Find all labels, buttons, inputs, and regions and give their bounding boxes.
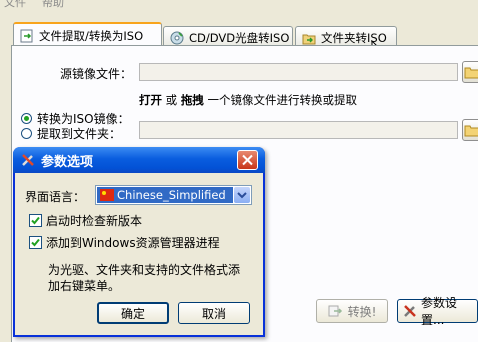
tab-label: 文件提取/转换为ISO [39, 29, 144, 43]
language-value: Chinese_Simplified [117, 188, 226, 202]
extract-to-folder-label[interactable]: 提取到文件夹： [37, 125, 121, 142]
dialog-title: 参数选项 [41, 155, 94, 170]
checkmark-icon [31, 216, 40, 225]
chevron-down-icon [237, 192, 247, 199]
language-label: 界面语言： [25, 190, 86, 204]
menu-file[interactable]: 文件 [4, 0, 26, 10]
dialog-title-bar[interactable]: 参数选项 [13, 147, 265, 173]
extract-to-folder-radio[interactable] [21, 128, 32, 139]
output-path-field[interactable] [139, 121, 458, 139]
hint-open: 打开 [139, 93, 162, 107]
check-update-checkbox[interactable] [29, 214, 42, 227]
check-update-label[interactable]: 启动时检查新版本 [46, 212, 142, 229]
tools-icon [404, 305, 416, 317]
drop-hint: 打开 或 拖拽 一个镜像文件进行转换或提取 [139, 92, 357, 108]
language-select[interactable]: Chinese_Simplified [95, 185, 252, 205]
explorer-integration-label[interactable]: 添加到Windows资源管理器进程 [46, 234, 220, 251]
ok-button-label: 确定 [120, 306, 145, 321]
folder-convert-icon [302, 34, 316, 44]
browse-source-button[interactable] [462, 61, 478, 83]
close-icon [242, 154, 253, 166]
hint-drag: 拖拽 [180, 93, 204, 107]
tools-icon [22, 154, 34, 166]
convert-icon [328, 305, 342, 317]
cancel-button-label: 取消 [201, 306, 226, 321]
menu-help[interactable]: 帮助 [42, 0, 64, 10]
menu-bar: 文件 帮助 [0, 0, 478, 18]
convert-file-icon [20, 29, 33, 43]
convert-to-iso-radio[interactable] [21, 113, 32, 124]
close-button[interactable] [237, 150, 258, 170]
dropdown-button[interactable] [234, 187, 250, 203]
cancel-button[interactable]: 取消 [178, 302, 250, 324]
settings-button-label: 参数设置... [421, 296, 458, 327]
convert-button-label: 转换! [347, 304, 377, 319]
disc-icon [170, 31, 184, 44]
hint-or: 或 [165, 93, 178, 107]
hint-rest: 一个镜像文件进行转换或提取 [207, 93, 357, 107]
tab-label: CD/DVD光盘转ISO [189, 30, 290, 45]
folder-icon [464, 125, 478, 137]
explorer-integration-checkbox[interactable] [29, 236, 42, 249]
description-line-1: 为光驱、文件夹和支持的文件格式添 [48, 263, 241, 277]
source-image-label: 源镜像文件： [60, 67, 133, 81]
folder-icon [464, 67, 478, 79]
checkmark-icon [31, 238, 40, 247]
browse-output-button[interactable] [462, 119, 478, 141]
options-dialog: 参数选项 界面语言： Chinese_Simplified 启动时检查新版本 添… [13, 147, 265, 337]
settings-button[interactable]: 参数设置... [397, 296, 478, 327]
description-line-2: 加右键菜单。 [48, 279, 121, 293]
china-flag-icon [100, 189, 114, 201]
source-image-field[interactable] [139, 63, 458, 81]
ok-button[interactable]: 确定 [97, 302, 169, 324]
convert-button[interactable]: 转换! [316, 299, 388, 323]
